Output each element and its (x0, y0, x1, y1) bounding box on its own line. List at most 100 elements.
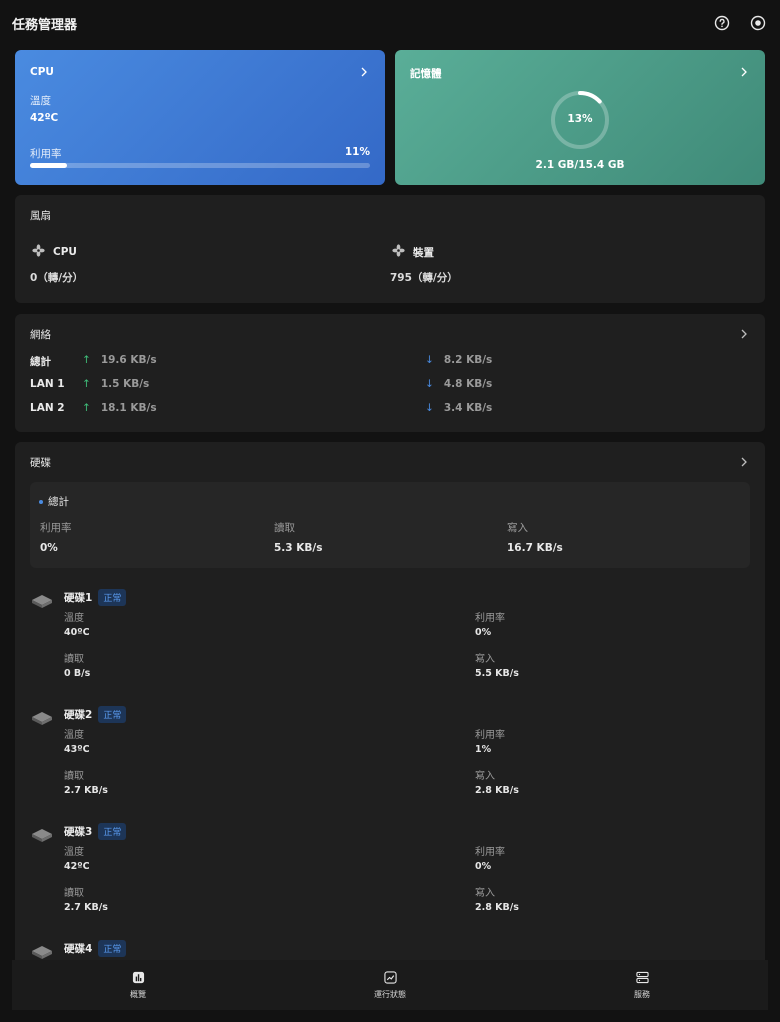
memory-card[interactable]: 記憶體 13% 2.1 GB/15.4 GB (395, 50, 765, 185)
cpu-usage-bar-fill (30, 163, 68, 168)
hard-drive-icon (32, 829, 52, 842)
fan-title: 風扇 (30, 210, 51, 222)
fan-icon (32, 244, 45, 260)
fan-device-value: 795（轉/分） (390, 272, 458, 284)
target-icon[interactable] (750, 15, 766, 31)
disk-summary-read-value: 5.3 KB/s (274, 542, 323, 554)
disk-name: 硬碟3 正常 (64, 823, 127, 840)
disk-write-label: 寫入 (475, 888, 495, 899)
disk-name: 硬碟2 正常 (64, 706, 127, 723)
chevron-right-icon[interactable] (739, 329, 749, 339)
disk-temp-value: 42ºC (64, 861, 90, 872)
network-row-up: ↑ 19.6 KB/s (82, 354, 157, 366)
fan-device-name: 裝置 (413, 246, 434, 259)
disk-summary-title: 總計 (39, 494, 69, 509)
fan-device-label: 裝置 (392, 244, 434, 260)
network-row-down: ↓ 3.4 KB/s (425, 402, 492, 414)
disk-usage-value: 0% (475, 861, 492, 872)
chevron-right-icon[interactable] (739, 67, 749, 77)
network-title: 網絡 (30, 329, 51, 341)
status-badge: 正常 (98, 823, 127, 840)
help-icon[interactable] (714, 15, 730, 31)
line-chart-icon (383, 970, 397, 984)
disk-summary-title-text: 總計 (48, 496, 69, 508)
disk-write-value: 5.5 KB/s (475, 668, 519, 679)
arrow-down-icon: ↓ (425, 378, 434, 390)
disk-usage-value: 0% (475, 627, 492, 638)
disk-read-value: 2.7 KB/s (64, 785, 108, 796)
fan-cpu-label: CPU (32, 244, 77, 260)
disk-summary-usage-value: 0% (40, 542, 58, 554)
chevron-right-icon[interactable] (359, 67, 369, 77)
status-badge: 正常 (98, 940, 127, 957)
disk-usage-label: 利用率 (475, 847, 505, 858)
fan-icon (392, 244, 405, 260)
cpu-usage-value: 11% (344, 146, 370, 158)
disk-summary-write-label: 寫入 (507, 522, 528, 534)
network-row-name: 總計 (30, 356, 51, 368)
nav-item-status[interactable]: 運行狀態 (264, 960, 516, 1010)
network-down-value: 4.8 KB/s (443, 378, 493, 390)
arrow-up-icon: ↑ (82, 402, 91, 414)
arrow-up-icon: ↑ (82, 354, 91, 366)
status-badge: 正常 (98, 706, 127, 723)
disk-usage-label: 利用率 (475, 730, 505, 741)
disk-write-label: 寫入 (475, 771, 495, 782)
memory-title: 記憶體 (410, 68, 442, 80)
fan-cpu-value: 0（轉/分） (30, 272, 84, 284)
disk-write-value: 2.8 KB/s (475, 785, 519, 796)
bar-chart-icon (132, 971, 144, 983)
network-row-down: ↓ 8.2 KB/s (425, 354, 492, 366)
network-up-value: 1.5 KB/s (100, 378, 150, 390)
fan-card: 風扇 CPU 0（轉/分） 裝置 795（轉/分） (15, 195, 765, 303)
disk-usage-value: 1% (475, 744, 492, 755)
top-actions (714, 15, 766, 31)
network-row-name: LAN 1 (30, 378, 65, 390)
nav-item-overview[interactable]: 概覽 (12, 960, 264, 1010)
memory-usage: 2.1 GB/15.4 GB (535, 159, 625, 171)
network-row: LAN 2 ↑ 18.1 KB/s ↓ 3.4 KB/s (30, 402, 750, 418)
hard-drive-icon (32, 595, 52, 608)
cpu-card[interactable]: CPU 溫度 42ºC 利用率 11% (15, 50, 385, 185)
disk-read-value: 0 B/s (64, 668, 91, 679)
disk-summary-read-label: 讀取 (274, 522, 295, 534)
disk-write-value: 2.8 KB/s (475, 902, 519, 913)
disk-name-text: 硬碟1 (64, 592, 93, 604)
disk-item: 硬碟2 正常 溫度 43ºC 利用率 1% 讀取 2.7 KB/s 寫入 2.8… (30, 704, 750, 814)
network-row: LAN 1 ↑ 1.5 KB/s ↓ 4.8 KB/s (30, 378, 750, 394)
disk-item: 硬碟3 正常 溫度 42ºC 利用率 0% 讀取 2.7 KB/s 寫入 2.8… (30, 821, 750, 931)
disk-name-text: 硬碟3 (64, 826, 93, 838)
top-bar: 任務管理器 (0, 0, 780, 46)
disk-name-text: 硬碟2 (64, 709, 93, 721)
disk-read-value: 2.7 KB/s (64, 902, 108, 913)
network-row-up: ↑ 1.5 KB/s (82, 378, 149, 390)
disk-item: 硬碟1 正常 溫度 40ºC 利用率 0% 讀取 0 B/s 寫入 5.5 KB… (30, 587, 750, 697)
disk-temp-label: 溫度 (64, 847, 84, 858)
disk-card[interactable]: 硬碟 總計 利用率 0% 讀取 5.3 KB/s 寫入 16.7 KB/s 硬碟… (15, 442, 765, 972)
cpu-usage-label: 利用率 (30, 148, 62, 160)
server-icon (635, 971, 649, 983)
nav-label: 服務 (634, 989, 650, 999)
cpu-temp-value: 42ºC (30, 112, 59, 124)
network-row: 總計 ↑ 19.6 KB/s ↓ 8.2 KB/s (30, 354, 750, 370)
disk-name: 硬碟1 正常 (64, 589, 127, 606)
network-row-down: ↓ 4.8 KB/s (425, 378, 492, 390)
disk-read-label: 讀取 (64, 654, 84, 665)
cpu-temp-label: 溫度 (30, 95, 51, 107)
app-title: 任務管理器 (12, 17, 78, 33)
disk-write-label: 寫入 (475, 654, 495, 665)
disk-temp-value: 43ºC (64, 744, 90, 755)
network-row-up: ↑ 18.1 KB/s (82, 402, 157, 414)
bottom-nav: 概覽 運行狀態 服務 (12, 960, 768, 1010)
disk-name: 硬碟4 正常 (64, 940, 127, 957)
disk-summary-write-value: 16.7 KB/s (507, 542, 563, 554)
nav-item-services[interactable]: 服務 (516, 960, 768, 1010)
nav-label: 概覽 (130, 989, 146, 999)
nav-label: 運行狀態 (374, 989, 406, 999)
disk-title: 硬碟 (30, 457, 51, 469)
disk-read-label: 讀取 (64, 771, 84, 782)
disk-name-text: 硬碟4 (64, 943, 93, 955)
chevron-right-icon[interactable] (739, 457, 749, 467)
network-card[interactable]: 網絡 總計 ↑ 19.6 KB/s ↓ 8.2 KB/s LAN 1 ↑ 1.5 KB… (15, 314, 765, 432)
network-up-value: 18.1 KB/s (100, 402, 157, 414)
